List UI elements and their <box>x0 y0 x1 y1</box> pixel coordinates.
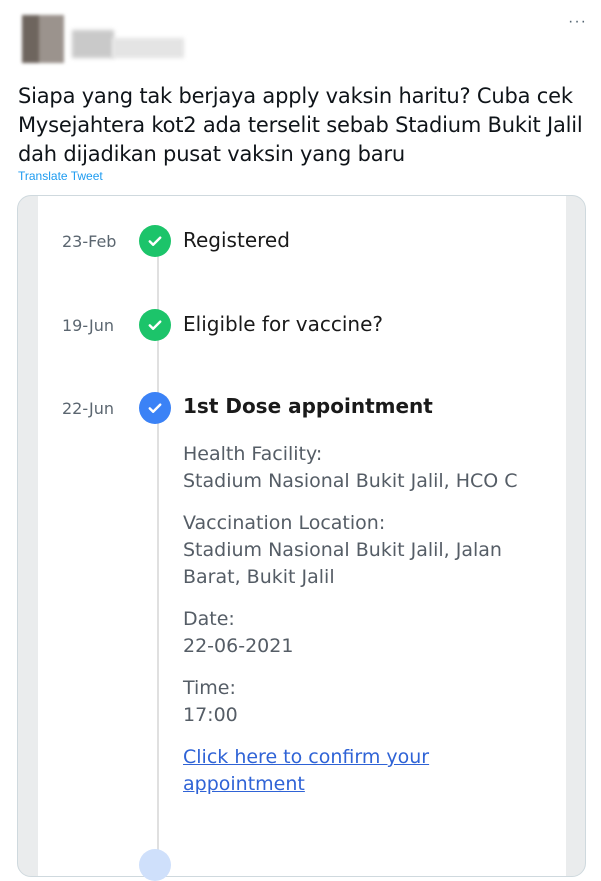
blurred-username[interactable] <box>72 30 114 58</box>
translate-tweet-link[interactable]: Translate Tweet <box>18 169 103 183</box>
field-label: Time: <box>183 677 236 699</box>
field-value: Barat, Bukit Jalil <box>183 566 335 588</box>
more-options-icon[interactable]: ··· <box>568 14 587 30</box>
field-value: 17:00 <box>183 704 238 726</box>
field-value: Stadium Nasional Bukit Jalil, Jalan <box>183 539 502 561</box>
field-label: Health Facility: <box>183 443 323 465</box>
tweet-text: Siapa yang tak berjaya apply vaksin hari… <box>18 84 583 166</box>
date-field: Date: 22-06-2021 <box>183 606 293 660</box>
step-title: Eligible for vaccine? <box>183 312 384 336</box>
step-title: Registered <box>183 228 290 252</box>
field-value: 22-06-2021 <box>183 635 294 657</box>
field-label: Date: <box>183 608 235 630</box>
field-value: Stadium Nasional Bukit Jalil, HCO C <box>183 470 518 492</box>
step-date: 19-Jun <box>62 316 115 335</box>
avatar[interactable] <box>22 15 64 63</box>
pending-step-icon <box>139 849 171 881</box>
check-circle-icon <box>139 225 171 257</box>
step-title: 1st Dose appointment <box>183 394 433 418</box>
blurred-handle <box>112 38 184 58</box>
confirm-appointment-link[interactable]: Click here to confirm your appointment <box>183 744 483 798</box>
tweet-card: ··· Siapa yang tak berjaya apply vaksin … <box>0 0 601 881</box>
field-label: Vaccination Location: <box>183 512 386 534</box>
check-circle-icon <box>139 392 171 424</box>
time-field: Time: 17:00 <box>183 675 238 729</box>
check-circle-icon <box>139 309 171 341</box>
link-line[interactable]: Click here to confirm your <box>183 744 483 771</box>
step-date: 22-Jun <box>62 399 115 418</box>
vaccination-location-field: Vaccination Location: Stadium Nasional B… <box>183 510 502 591</box>
link-line[interactable]: appointment <box>183 771 483 798</box>
health-facility-field: Health Facility: Stadium Nasional Bukit … <box>183 441 518 495</box>
step-date: 23-Feb <box>62 232 117 251</box>
